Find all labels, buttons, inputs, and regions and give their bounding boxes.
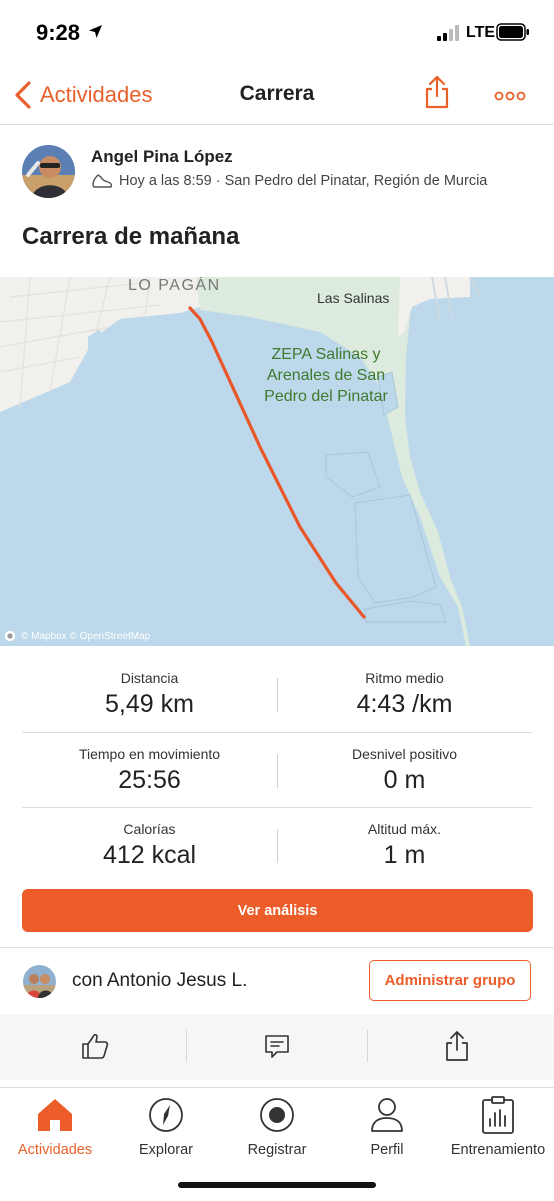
- stat-value: 25:56: [118, 766, 181, 794]
- map-attribution-text: © Mapbox © OpenStreetMap: [21, 630, 151, 642]
- action-separator: [186, 1030, 187, 1062]
- stats-separator: [22, 732, 532, 733]
- tab-label: Actividades: [17, 1142, 93, 1158]
- tab-label: Perfil: [370, 1142, 404, 1158]
- status-bar: 9:28 LTE: [0, 0, 554, 66]
- stat-value: 4:43 /km: [356, 690, 453, 718]
- stat-label: Calorías: [123, 821, 176, 837]
- share-icon: [425, 75, 449, 109]
- tab-entrenamiento[interactable]: Entrenamiento: [443, 1094, 553, 1164]
- map-town-label: LO PAGÁN: [128, 277, 221, 294]
- share-activity-button[interactable]: [437, 1026, 477, 1066]
- stat-label: Desnivel positivo: [351, 746, 458, 762]
- comment-icon: [265, 1035, 289, 1058]
- stat-value: 1 m: [383, 841, 426, 869]
- action-bar: [0, 1014, 554, 1080]
- athlete-avatar[interactable]: [22, 145, 75, 198]
- stat-calories: Calorías 412 kcal: [22, 809, 277, 884]
- page-title: Carrera: [239, 82, 315, 105]
- kudos-button[interactable]: [75, 1026, 115, 1066]
- group-text: con Antonio Jesus L.: [72, 970, 248, 991]
- thumbs-up-icon: [82, 1033, 109, 1059]
- stat-distance: Distancia 5,49 km: [22, 658, 277, 733]
- stat-max-elevation: Altitud máx. 1 m: [277, 809, 532, 884]
- tab-label: Registrar: [247, 1142, 307, 1158]
- tab-label: Explorar: [139, 1142, 193, 1158]
- network-type: LTE: [466, 24, 496, 41]
- group-avatar-photo: [23, 965, 56, 998]
- stat-value: 0 m: [383, 766, 426, 794]
- map-canvas: [0, 277, 554, 646]
- share-button[interactable]: [424, 74, 450, 115]
- action-separator: [367, 1030, 368, 1062]
- avatar-photo: [22, 145, 75, 198]
- training-icon: [482, 1096, 514, 1134]
- stat-label: Altitud máx.: [367, 821, 442, 837]
- map-place-label: Las Salinas: [317, 290, 390, 306]
- group-avatar[interactable]: [23, 965, 56, 998]
- tab-explorar[interactable]: Explorar: [111, 1094, 221, 1164]
- battery-icon: [496, 23, 529, 41]
- stat-label: Distancia: [120, 670, 179, 686]
- person-icon: [371, 1098, 403, 1132]
- stat-value: 412 kcal: [102, 841, 197, 869]
- tab-perfil[interactable]: Perfil: [332, 1094, 442, 1164]
- group-bar: con Antonio Jesus L. Administrar grupo: [0, 947, 554, 1014]
- view-analysis-button[interactable]: Ver análisis: [22, 889, 533, 932]
- stat-label: Tiempo en movimiento: [78, 746, 221, 762]
- stat-label: Ritmo medio: [365, 670, 444, 686]
- map-park-label: ZEPA Salinas y Arenales de San Pedro del…: [264, 346, 388, 405]
- more-dots-icon: [494, 91, 526, 101]
- signal-icon: [437, 25, 459, 41]
- share-icon: [446, 1031, 468, 1061]
- nav-bar: Actividades Carrera: [0, 66, 554, 125]
- activity-meta: Hoy a las 8:59 · San Pedro del Pinatar, …: [91, 173, 487, 189]
- stats-row-2: Tiempo en movimiento 25:56 Desnivel posi…: [22, 734, 532, 809]
- home-icon: [38, 1099, 72, 1131]
- stat-value: 5,49 km: [105, 690, 194, 718]
- stats-separator: [22, 807, 532, 808]
- record-icon: [260, 1098, 294, 1132]
- stats-row-3: Calorías 412 kcal Altitud máx. 1 m: [22, 809, 532, 884]
- map-attribution[interactable]: © Mapbox © OpenStreetMap: [4, 630, 150, 642]
- stat-elevation-gain: Desnivel positivo 0 m: [277, 734, 532, 809]
- tab-label: Entrenamiento: [450, 1142, 546, 1158]
- tab-actividades[interactable]: Actividades: [0, 1094, 110, 1164]
- mapbox-logo-icon: [4, 630, 16, 642]
- home-indicator: [178, 1182, 376, 1188]
- location-arrow-icon: [89, 25, 102, 38]
- tab-registrar[interactable]: Registrar: [222, 1094, 332, 1164]
- compass-icon: [149, 1098, 183, 1132]
- stat-avg-pace: Ritmo medio 4:43 /km: [277, 658, 532, 733]
- stats-row-1: Distancia 5,49 km Ritmo medio 4:43 /km: [22, 658, 532, 733]
- stat-moving-time: Tiempo en movimiento 25:56: [22, 734, 277, 809]
- activity-title: Carrera de mañana: [22, 223, 240, 250]
- status-time: 9:28: [36, 20, 81, 45]
- athlete-name[interactable]: Angel Pina López: [91, 147, 233, 167]
- activity-meta-text: Hoy a las 8:59 · San Pedro del Pinatar, …: [119, 173, 488, 189]
- comment-button[interactable]: [257, 1026, 297, 1066]
- running-shoe-icon: [92, 174, 113, 188]
- manage-group-button[interactable]: Administrar grupo: [369, 960, 531, 1001]
- route-map[interactable]: LO PAGÁN Las Salinas ZEPA Salinas y Aren…: [0, 277, 554, 646]
- more-options-button[interactable]: [494, 88, 526, 106]
